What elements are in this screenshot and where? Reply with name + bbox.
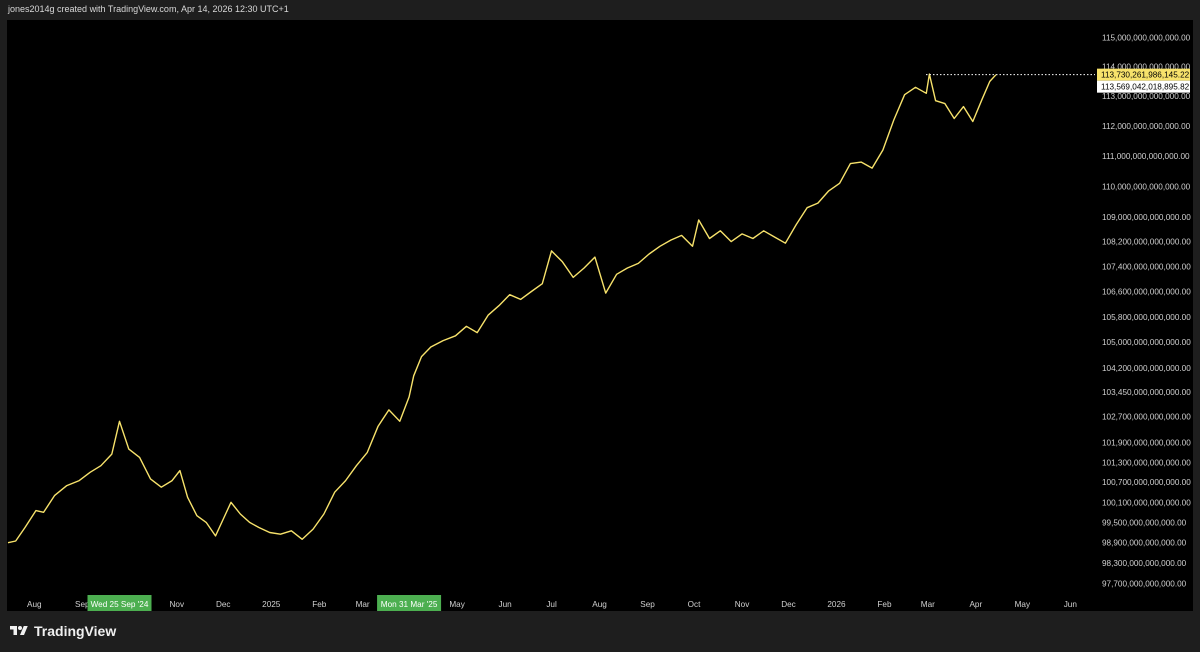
- y-tick-label: 101,300,000,000,000.00: [1102, 458, 1191, 467]
- y-tick-label: 102,700,000,000,000.00: [1102, 412, 1191, 421]
- last-price-label: 113,730,261,986,145.22: [1101, 71, 1190, 80]
- x-tick-label: Nov: [170, 600, 185, 609]
- x-tick-label: Sep: [640, 600, 655, 609]
- x-tick-label: Feb: [877, 600, 892, 609]
- secondary-price-label: 113,569,042,018,895.82: [1101, 83, 1190, 92]
- x-tick-label: Dec: [216, 600, 231, 609]
- footer: TradingView: [0, 611, 1200, 652]
- price-chart[interactable]: 115,000,000,000,000.00114,000,000,000,00…: [0, 0, 1200, 652]
- x-tick-label: Mar: [921, 600, 935, 609]
- date-tag-label: Wed 25 Sep '24: [91, 600, 149, 609]
- y-tick-label: 103,450,000,000,000.00: [1102, 388, 1191, 397]
- tradingview-brand[interactable]: TradingView: [9, 623, 116, 639]
- y-tick-label: 98,900,000,000,000.00: [1102, 539, 1187, 548]
- x-tick-label: Jun: [498, 600, 512, 609]
- x-tick-label: Mar: [356, 600, 370, 609]
- y-tick-label: 108,200,000,000,000.00: [1102, 238, 1191, 247]
- x-tick-label: Nov: [735, 600, 750, 609]
- y-tick-label: 98,300,000,000,000.00: [1102, 559, 1187, 568]
- y-tick-label: 100,100,000,000,000.00: [1102, 498, 1191, 507]
- brand-name: TradingView: [34, 623, 117, 639]
- x-tick-label: Apr: [969, 600, 982, 609]
- y-tick-label: 111,000,000,000,000.00: [1102, 152, 1190, 161]
- price-line: [7, 73, 997, 544]
- date-tag-label: Mon 31 Mar '25: [381, 600, 438, 609]
- x-tick-label: Aug: [592, 600, 607, 609]
- y-tick-label: 113,000,000,000,000.00: [1102, 92, 1191, 101]
- x-tick-label: 2026: [827, 600, 846, 609]
- y-tick-label: 109,000,000,000,000.00: [1102, 213, 1191, 222]
- y-tick-label: 97,700,000,000,000.00: [1102, 580, 1187, 589]
- y-tick-label: 110,000,000,000,000.00: [1102, 182, 1191, 191]
- y-tick-label: 105,000,000,000,000.00: [1102, 338, 1191, 347]
- y-tick-label: 107,400,000,000,000.00: [1102, 262, 1191, 271]
- y-tick-label: 99,500,000,000,000.00: [1102, 518, 1187, 527]
- y-tick-label: 106,600,000,000,000.00: [1102, 288, 1191, 297]
- x-tick-label: May: [1015, 600, 1031, 609]
- x-tick-label: Oct: [688, 600, 701, 609]
- y-tick-label: 112,000,000,000,000.00: [1102, 122, 1191, 131]
- x-tick-label: Jun: [1064, 600, 1078, 609]
- y-tick-label: 101,900,000,000,000.00: [1102, 439, 1191, 448]
- y-tick-label: 100,700,000,000,000.00: [1102, 478, 1191, 487]
- x-tick-label: Jul: [546, 600, 557, 609]
- y-tick-label: 115,000,000,000,000.00: [1102, 33, 1191, 42]
- x-tick-label: Aug: [27, 600, 42, 609]
- tradingview-logo-icon: [10, 626, 28, 635]
- x-tick-label: May: [449, 600, 465, 609]
- x-tick-label: 2025: [262, 600, 281, 609]
- x-tick-label: Feb: [312, 600, 327, 609]
- y-tick-label: 104,200,000,000,000.00: [1102, 364, 1191, 373]
- y-tick-label: 105,800,000,000,000.00: [1102, 313, 1191, 322]
- x-tick-label: Dec: [781, 600, 796, 609]
